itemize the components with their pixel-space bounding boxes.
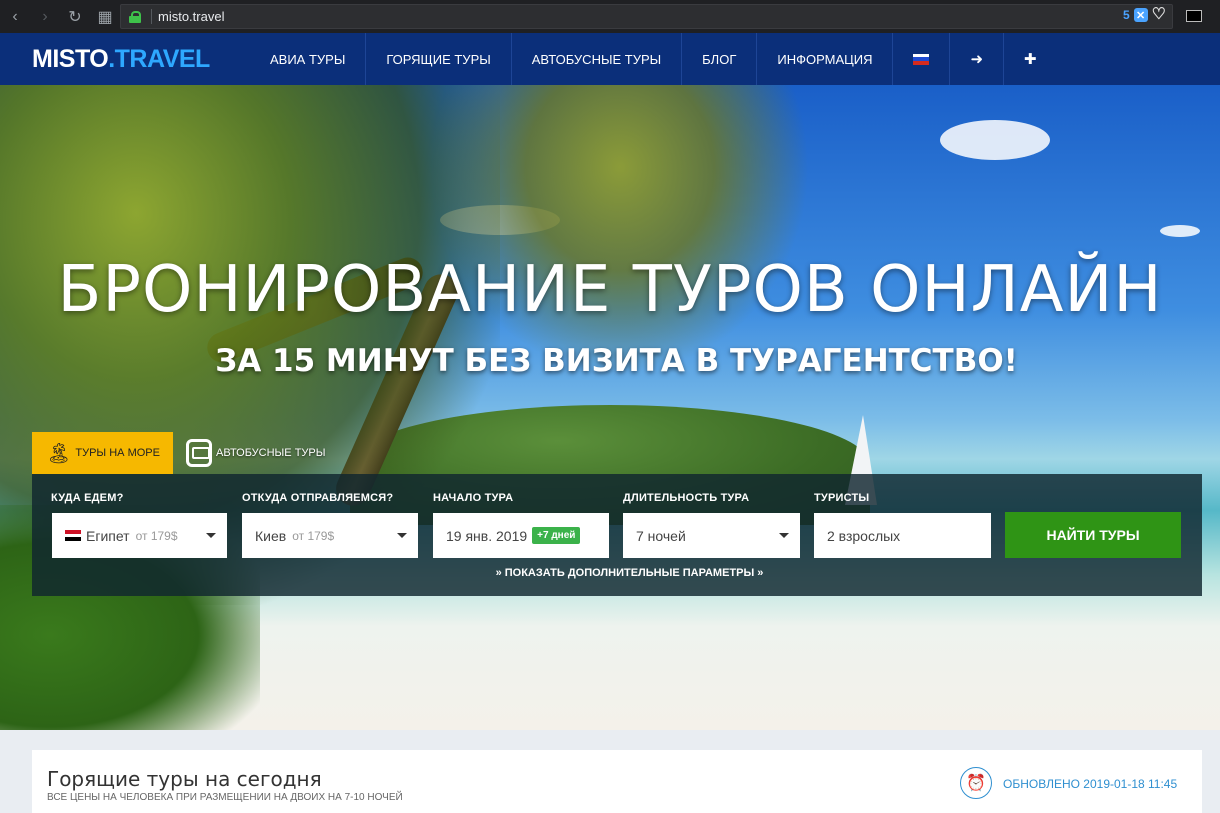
- hero-banner: БРОНИРОВАНИЕ ТУРОВ ОНЛАЙН ЗА 15 МИНУТ БЕ…: [0, 85, 1220, 730]
- add-user-icon: ✚: [1024, 51, 1037, 68]
- bookmark-heart-icon[interactable]: ♡: [1152, 7, 1166, 23]
- palm-island-icon: 🏝: [46, 442, 72, 465]
- hero-subtitle: ЗА 15 МИНУТ БЕЗ ВИЗИТА В ТУРАГЕНТСТВО!: [215, 343, 1018, 379]
- cloud: [1160, 225, 1200, 237]
- duration-label: ДЛИТЕЛЬНОСТЬ ТУРА: [623, 492, 750, 504]
- hero-title: БРОНИРОВАНИЕ ТУРОВ ОНЛАЙН: [57, 253, 1163, 327]
- start-date-field[interactable]: 19 янв. 2019 +7 дней: [433, 513, 609, 558]
- apps-grid-icon[interactable]: ▦: [90, 0, 120, 33]
- blocker-icon[interactable]: ✕: [1133, 8, 1148, 22]
- find-tours-button[interactable]: НАЙТИ ТУРЫ: [1005, 512, 1181, 558]
- destination-label: КУДА ЕДЕМ?: [51, 492, 124, 504]
- hot-tours-title: Горящие туры на сегодня: [47, 767, 322, 791]
- more-params-link[interactable]: » ПОКАЗАТЬ ДОПОЛНИТЕЛЬНЫЕ ПАРАМЕТРЫ »: [32, 567, 1220, 579]
- address-bar[interactable]: misto.travel 5 ✕ ♡: [120, 4, 1173, 29]
- tab-bus-tours[interactable]: АВТОБУСНЫЕ ТУРЫ: [186, 435, 325, 471]
- departure-price: от 179$: [292, 528, 335, 543]
- forward-icon[interactable]: ›: [30, 0, 60, 33]
- lock-icon: [129, 10, 141, 23]
- back-icon[interactable]: ‹: [0, 0, 30, 33]
- nav-avia-tours[interactable]: АВИА ТУРЫ: [250, 33, 367, 85]
- duration-value: 7 ночей: [636, 527, 686, 544]
- chevron-down-icon: [206, 533, 216, 538]
- nav-hot-tours[interactable]: ГОРЯЩИЕ ТУРЫ: [366, 33, 512, 85]
- hot-tours-subtitle: ВСЕ ЦЕНЫ НА ЧЕЛОВЕКА ПРИ РАЗМЕЩЕНИИ НА Д…: [47, 792, 403, 803]
- site-header: MISTO.TRAVEL АВИА ТУРЫ ГОРЯЩИЕ ТУРЫ АВТО…: [0, 33, 1220, 85]
- tab-bus-label: АВТОБУСНЫЕ ТУРЫ: [216, 447, 326, 459]
- alarm-clock-icon: ⏰: [960, 767, 992, 799]
- hot-tours-section: Горящие туры на сегодня ВСЕ ЦЕНЫ НА ЧЕЛО…: [32, 750, 1202, 813]
- logo-tail: .TRAVEL: [108, 44, 210, 73]
- start-date-label: НАЧАЛО ТУРА: [433, 492, 514, 504]
- screenshot-icon[interactable]: [1186, 10, 1202, 22]
- tourists-field[interactable]: 2 взрослых: [814, 513, 991, 558]
- destination-value: Египет: [86, 527, 130, 544]
- login-button[interactable]: ➜: [950, 33, 1005, 85]
- start-date-value: 19 янв. 2019: [446, 527, 528, 544]
- browser-toolbar: ‹ › ↻ ▦ misto.travel 5 ✕ ♡: [0, 0, 1220, 33]
- reload-icon[interactable]: ↻: [60, 0, 90, 33]
- chevron-down-icon: [779, 533, 789, 538]
- url-text: misto.travel: [151, 9, 224, 24]
- tourists-label: ТУРИСТЫ: [814, 492, 870, 504]
- main-nav: АВИА ТУРЫ ГОРЯЩИЕ ТУРЫ АВТОБУСНЫЕ ТУРЫ Б…: [250, 33, 1057, 85]
- site-logo[interactable]: MISTO.TRAVEL: [32, 45, 222, 74]
- departure-label: ОТКУДА ОТПРАВЛЯЕМСЯ?: [242, 492, 394, 504]
- tab-sea-label: ТУРЫ НА МОРЕ: [75, 447, 160, 459]
- address-extensions: 5 ✕ ♡: [1122, 7, 1166, 23]
- destination-price: от 179$: [135, 528, 178, 543]
- egypt-flag-icon: [65, 530, 81, 542]
- bus-icon: [186, 439, 212, 467]
- nav-bus-tours[interactable]: АВТОБУСНЫЕ ТУРЫ: [512, 33, 683, 85]
- tourists-value: 2 взрослых: [827, 527, 901, 544]
- tour-search-form: КУДА ЕДЕМ? Египет от 179$ ОТКУДА ОТПРАВЛ…: [32, 474, 1202, 596]
- login-icon: ➜: [970, 51, 984, 68]
- blocked-count: 5: [1122, 8, 1130, 22]
- updated-timestamp: ОБНОВЛЕНО 2019-01-18 11:45: [1003, 777, 1178, 791]
- nav-information[interactable]: ИНФОРМАЦИЯ: [757, 33, 894, 85]
- tab-sea-tours[interactable]: 🏝 ТУРЫ НА МОРЕ: [32, 432, 173, 474]
- palm-fronds-top: [430, 85, 810, 375]
- departure-select[interactable]: Киев от 179$: [242, 513, 418, 558]
- cloud: [940, 120, 1050, 160]
- russia-flag-icon: [913, 53, 930, 65]
- departure-value: Киев: [255, 527, 287, 544]
- destination-select[interactable]: Египет от 179$: [52, 513, 227, 558]
- logo-main: MISTO: [32, 44, 109, 73]
- register-button[interactable]: ✚: [1004, 33, 1057, 85]
- chevron-down-icon: [397, 533, 407, 538]
- nav-blog[interactable]: БЛОГ: [682, 33, 758, 85]
- flex-days-badge: +7 дней: [532, 527, 581, 544]
- duration-select[interactable]: 7 ночей: [623, 513, 800, 558]
- language-switcher[interactable]: [893, 33, 951, 85]
